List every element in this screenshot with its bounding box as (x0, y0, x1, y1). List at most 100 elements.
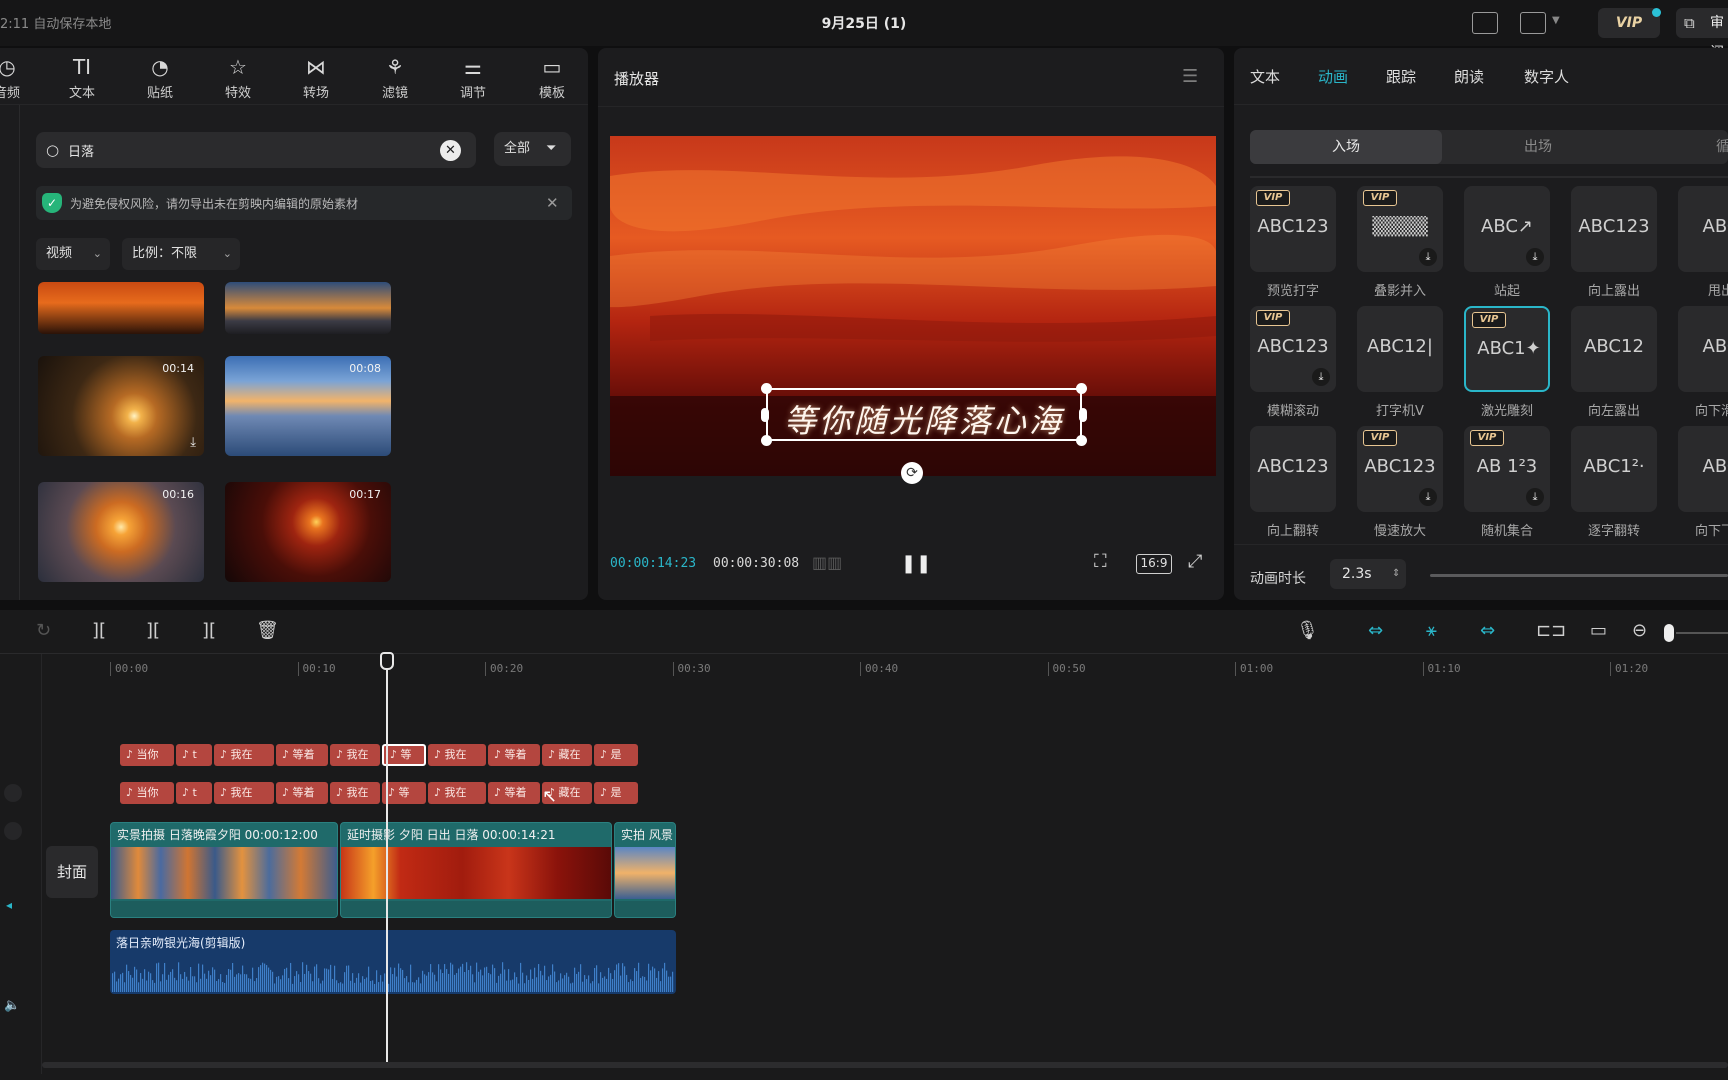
zoom-out-icon[interactable]: ⊖ (1632, 620, 1647, 641)
time-ruler[interactable]: 00:00 00:10 00:20 00:30 00:40 00:50 01:00 01:10… (0, 654, 1728, 690)
stepper-icon[interactable]: ⇕ (1392, 559, 1400, 589)
menu-icon[interactable]: ☰ (1182, 66, 1198, 87)
zoom-slider-handle[interactable] (1664, 624, 1674, 642)
playhead[interactable] (386, 662, 388, 1062)
split-icon[interactable]: ][ (92, 620, 106, 641)
media-thumbnail[interactable] (38, 282, 204, 334)
caption-selection-box[interactable]: 等你随光降落心海 (761, 383, 1087, 446)
resize-handle[interactable] (1079, 408, 1087, 422)
subtitle-clip[interactable]: ♪ 我在 (428, 782, 486, 804)
subtitle-clip[interactable]: ♪ 等着 (488, 782, 540, 804)
cover-button[interactable]: 封面 (46, 846, 98, 898)
type-dropdown[interactable]: 视频 ⌄ (36, 238, 110, 270)
trim-right-icon[interactable]: ][ (202, 620, 216, 641)
download-icon[interactable]: ⤓ (1419, 488, 1437, 506)
media-thumbnail[interactable]: 00:14 ⤓ (38, 356, 204, 456)
tool-transition[interactable]: ⋈ 转场 (281, 54, 351, 101)
subtitle-clip[interactable]: ♪ 我在 (214, 782, 274, 804)
rotate-icon[interactable]: ⟳ (901, 462, 923, 484)
ratio-dropdown[interactable]: 比例：不限 ⌄ (122, 238, 240, 270)
tool-sticker[interactable]: ◔ 贴纸 (125, 54, 195, 101)
tab-animation[interactable]: 动画 (1318, 66, 1348, 87)
resize-handle[interactable] (1076, 435, 1087, 446)
animation-preset[interactable]: ABC123 (1250, 426, 1336, 512)
animation-preset[interactable]: ABC12| (1357, 306, 1443, 392)
animation-preset[interactable]: ABC (1678, 426, 1728, 512)
tab-loop[interactable]: 循 (1716, 130, 1728, 164)
subtitle-clip[interactable]: ♪ 我在 (214, 744, 274, 766)
subtitle-clip[interactable]: ♪ 我在 (428, 744, 486, 766)
caption-text[interactable]: 等你随光降落心海 (768, 396, 1080, 442)
tab-tracking[interactable]: 跟踪 (1386, 66, 1416, 87)
speaker-icon[interactable]: 🔈 (4, 998, 20, 1013)
playhead-handle[interactable] (380, 652, 394, 670)
delete-icon[interactable]: 🗑 (256, 620, 279, 641)
shortcut-icon[interactable] (1472, 12, 1498, 34)
download-icon[interactable]: ⤓ (1312, 368, 1330, 386)
download-icon[interactable]: ⤓ (1526, 488, 1544, 506)
duration-input[interactable]: 2.3s ⇕ (1330, 559, 1406, 589)
layout-icon[interactable] (1520, 12, 1546, 34)
download-icon[interactable]: ⤓ (190, 435, 196, 450)
track-lock-icon[interactable] (4, 784, 22, 802)
pause-button[interactable]: ❚❚ (901, 553, 931, 574)
subtitle-clip[interactable]: ♪ 是 (594, 782, 638, 804)
subtitle-clip[interactable]: ♪ 我在 (330, 744, 380, 766)
search-box[interactable]: ○ ✕ (36, 132, 476, 168)
project-title[interactable]: 9月25日 (1) (0, 13, 1728, 33)
animation-preset[interactable]: ABC↗ ⤓ (1464, 186, 1550, 272)
subtitle-clip[interactable]: ♪ 等 (382, 744, 426, 766)
subtitle-clip[interactable]: ♪ 我在 (330, 782, 380, 804)
zoom-fit-icon[interactable]: ⛶ (1094, 551, 1107, 572)
subtitle-clip[interactable]: ♪ t (176, 782, 212, 804)
subtitle-clip[interactable]: ♪ 等着 (276, 744, 328, 766)
animation-preset[interactable]: ABC (1678, 186, 1728, 272)
link-main-track-icon[interactable]: ⇔ (1368, 620, 1383, 641)
chevron-down-icon[interactable]: ▼ (1552, 15, 1560, 26)
resize-handle[interactable] (1076, 383, 1087, 394)
aspect-ratio-button[interactable]: 16:9 (1136, 554, 1172, 574)
subtitle-clip[interactable]: ♪ 等着 (488, 744, 540, 766)
animation-preset[interactable]: ABC123 VIP ⤓ (1357, 426, 1443, 512)
animation-preset[interactable]: ABC1²· (1571, 426, 1657, 512)
resize-handle[interactable] (761, 383, 772, 394)
track-lock-icon[interactable] (4, 822, 22, 840)
trim-left-icon[interactable]: ][ (146, 620, 160, 641)
category-sidebar[interactable] (0, 105, 20, 600)
close-icon[interactable]: ✕ (546, 194, 559, 212)
subtitle-clip[interactable]: ♪ 藏在 (542, 744, 592, 766)
filter-all-button[interactable]: 全部 ⏷ (494, 132, 571, 166)
duration-slider[interactable] (1430, 574, 1728, 577)
animation-preset[interactable]: ABC123 VIP (1250, 186, 1336, 272)
tab-text[interactable]: 文本 (1250, 66, 1280, 87)
tab-out[interactable]: 出场 (1442, 130, 1634, 164)
media-thumbnail[interactable]: 00:16 (38, 482, 204, 582)
subtitle-clip[interactable]: ♪ 等着 (276, 782, 328, 804)
microphone-icon[interactable]: 🎙 (1296, 620, 1319, 641)
tool-adjust[interactable]: ⚌ 调节 (438, 54, 508, 101)
animation-preset[interactable]: ABC (1678, 306, 1728, 392)
subtitle-clip[interactable]: ♪ 是 (594, 744, 638, 766)
tool-effects[interactable]: ☆ 特效 (203, 54, 273, 101)
animation-preset[interactable]: ABC123 (1571, 186, 1657, 272)
download-icon[interactable]: ⤓ (1526, 248, 1544, 266)
resize-handle[interactable] (761, 435, 772, 446)
snap-icon[interactable]: ⚹ (1426, 620, 1437, 641)
tab-read-aloud[interactable]: 朗读 (1454, 66, 1484, 87)
animation-preset[interactable]: ▒▒▒▒ VIP ⤓ (1357, 186, 1443, 272)
media-thumbnail[interactable]: 00:08 (225, 356, 391, 456)
animation-preset[interactable]: ABC1✦ VIP (1464, 306, 1550, 392)
subtitle-clip[interactable]: ♪ 当你 (120, 782, 174, 804)
zoom-slider-track[interactable] (1676, 632, 1728, 634)
horizontal-scrollbar[interactable] (42, 1062, 1728, 1068)
animation-preset[interactable]: AB 1²3 VIP ⤓ (1464, 426, 1550, 512)
subtitle-clip[interactable]: ♪ 等 (382, 782, 426, 804)
animation-preset[interactable]: ABC12 (1571, 306, 1657, 392)
review-button[interactable]: ⧉ 审阅 (1676, 8, 1728, 61)
subtitle-clip[interactable]: ♪ 当你 (120, 744, 174, 766)
tool-text[interactable]: TI 文本 (47, 54, 117, 101)
subtitle-clip[interactable]: ♪ t (176, 744, 212, 766)
video-clip[interactable]: 实拍 风景 (614, 822, 676, 918)
media-thumbnail[interactable]: 00:17 (225, 482, 391, 582)
media-thumbnail[interactable] (225, 282, 391, 334)
